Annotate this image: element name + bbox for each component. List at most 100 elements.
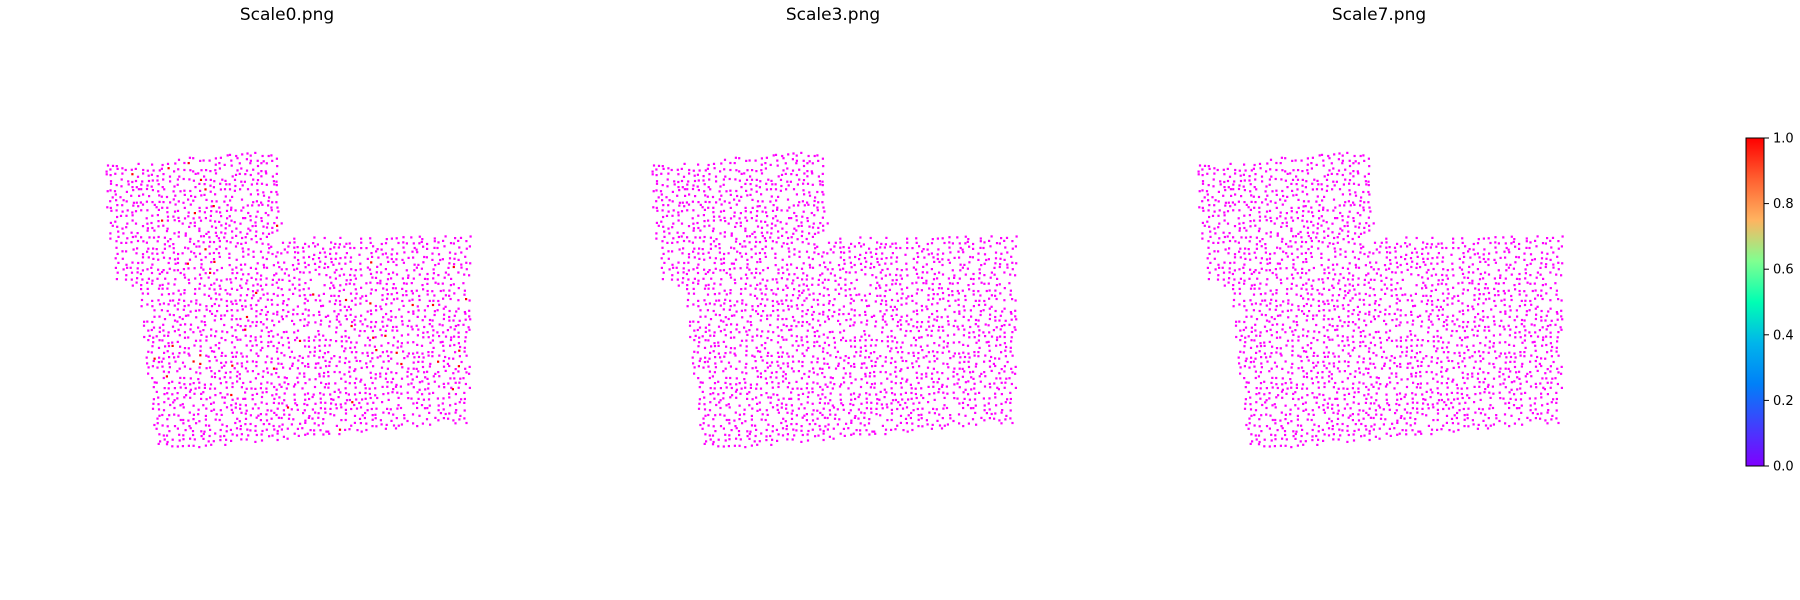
scatter-point [951,269,954,272]
scatter-point [836,350,839,353]
scatter-point [764,369,767,373]
scatter-point [376,356,379,359]
scatter-point [250,276,253,279]
scatter-point [914,339,918,342]
scatter-point [1009,350,1012,353]
scatter-point [169,403,172,407]
scatter-point [860,411,863,414]
scatter-point [1217,190,1220,193]
scatter-point [282,435,285,438]
scatter-point [335,252,338,255]
scatter-point [896,324,899,328]
scatter-point [938,260,941,263]
scatter-point [985,258,988,262]
scatter-point [153,315,156,318]
scatter-point [759,387,763,390]
scatter-point [910,391,913,395]
scatter-point [864,339,867,342]
scatter-point [282,331,285,334]
scatter-point [292,385,296,388]
scatter-point [172,198,175,201]
scatter-point [317,333,321,336]
scatter-point [766,266,769,270]
scatter-point [855,278,858,281]
scatter-point [231,302,234,306]
scatter-point [840,339,843,342]
scatter-point [1357,183,1360,186]
scatter-point [938,325,941,329]
scatter-point [187,444,190,447]
scatter-point [822,165,825,168]
scatter-point [816,417,819,420]
scatter-point [938,344,941,347]
scatter-point [725,323,728,326]
scatter-point [977,319,980,322]
scatter-point [194,387,197,390]
scatter-point [956,397,959,400]
scatter-point [183,365,186,368]
scatter-point [1313,178,1316,181]
scatter-point [140,305,143,308]
scatter-point [250,387,253,390]
scatter-point [850,382,853,385]
scatter-point [850,419,853,422]
scatter-point [910,344,913,347]
scatter-point [777,385,780,389]
scatter-point [782,362,785,365]
scatter-point [280,428,283,431]
scatter-point [168,414,171,417]
scatter-point [979,294,982,297]
scatter-point [661,240,664,243]
scatter-point [719,269,722,272]
scatter-point [816,206,819,209]
scatter-point [276,310,279,313]
scatter-point [360,247,363,250]
scatter-point [899,283,902,286]
scatter-point [213,272,216,275]
scatter-point [137,261,140,265]
scatter-point [826,351,829,355]
scatter-point [437,299,440,303]
scatter-point [281,423,284,426]
scatter-point [278,383,281,386]
scatter-point [1011,247,1014,250]
scatter-point [671,200,674,203]
scatter-point [150,173,153,176]
scatter-point [160,309,163,312]
scatter-point [663,261,666,264]
scatter-point [728,438,731,441]
scatter-point [296,246,299,249]
scatter-point [324,338,327,341]
scatter-point [754,252,757,255]
scatter-point [324,383,328,386]
scatter-point [687,261,690,264]
scatter-point [1332,198,1336,201]
scatter-point [702,366,705,369]
scatter-point [203,315,206,318]
scatter-point [811,226,815,229]
scatter-point [844,289,847,292]
scatter-point [719,413,722,416]
scatter-point [916,320,919,324]
scatter-point [259,237,262,241]
scatter-point [235,258,238,261]
scatter-point [391,248,394,251]
scatter-point [766,317,769,321]
scatter-point [231,236,234,239]
scatter-point [160,167,163,170]
scatter-point [750,217,753,220]
scatter-point [993,382,996,385]
scatter-point [829,392,832,395]
scatter-point [166,211,169,214]
scatter-point [895,313,898,316]
scatter-point [735,396,738,399]
scatter-point [779,346,782,349]
scatter-point [812,355,815,358]
scatter-point [283,248,286,251]
scatter-point [998,419,1001,422]
scatter-point [671,274,674,277]
scatter-point [665,214,669,217]
scatter-point [358,401,361,405]
scatter-point [915,292,918,295]
scatter-point [238,373,241,376]
